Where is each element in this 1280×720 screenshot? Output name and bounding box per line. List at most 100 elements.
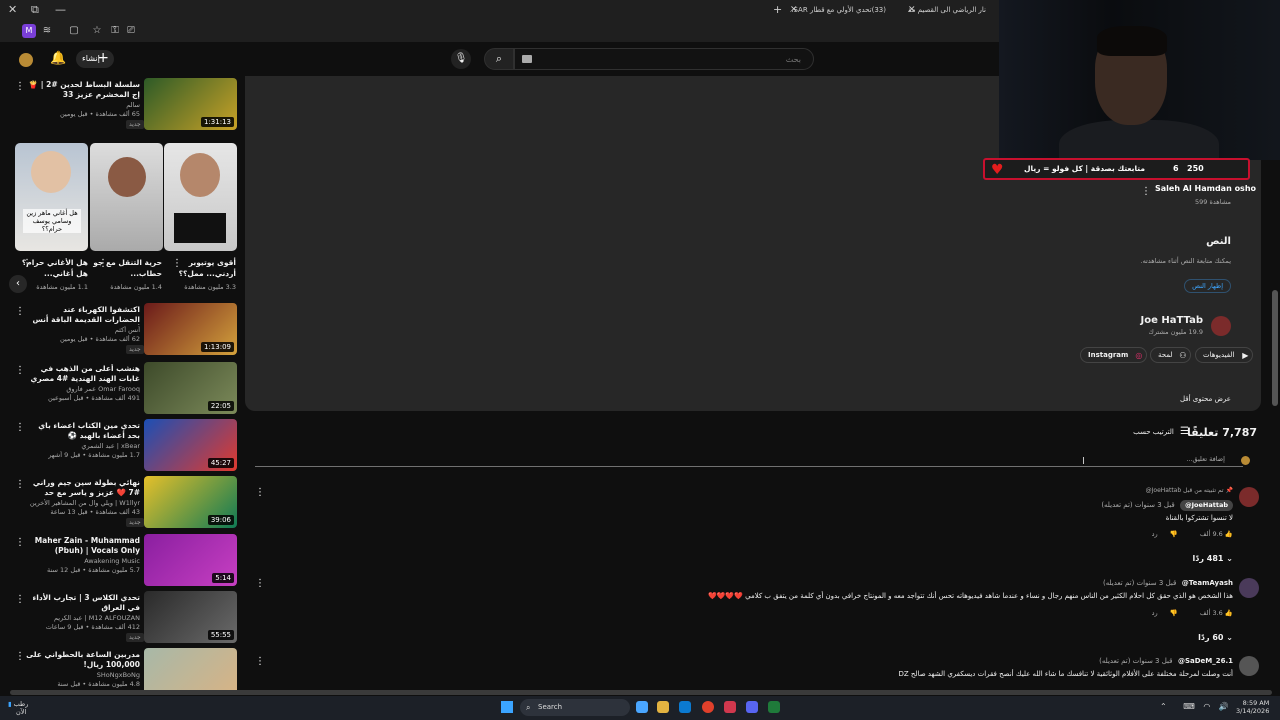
video-title[interactable]: Maher Zain - Muhammad (Pbuh) | Vocals On… bbox=[26, 536, 140, 556]
video-thumbnail[interactable]: 1:13:09 bbox=[144, 303, 237, 355]
taskbar-clock[interactable]: 8:59 AM 3/14/2026 bbox=[1236, 699, 1269, 715]
list-item[interactable]: 55:55 ⋮ تحدي الكلاس 3 | تجارب الأداء في … bbox=[0, 591, 240, 647]
video-thumbnail[interactable]: 39:06 bbox=[144, 476, 237, 528]
video-thumbnail[interactable]: 5:14 bbox=[144, 534, 237, 586]
tab-1[interactable]: ✕ نار الرياضي الى القصيم مقصي... bbox=[908, 2, 1000, 18]
short-thumbnail[interactable]: هل أغاني ماهر زين وسامي يوسف حرام؟؟ bbox=[15, 143, 88, 251]
channel-name[interactable]: Joe HaTTab bbox=[1141, 315, 1203, 326]
discord-icon[interactable] bbox=[746, 701, 758, 713]
video-title[interactable]: اكتشفوا الكهرباء عند الحضارات القديمة ال… bbox=[26, 305, 140, 325]
sort-button[interactable]: ☰ الترتيب حسب bbox=[1133, 426, 1189, 437]
more-options-icon[interactable]: ⋮ bbox=[1141, 186, 1151, 197]
author-name[interactable]: TeamAyash@ bbox=[1182, 579, 1233, 587]
replies-toggle[interactable]: ⌄ 481 ردًا bbox=[1193, 554, 1233, 563]
replies-toggle[interactable]: ⌄ 60 ردًا bbox=[1198, 633, 1233, 642]
commenter-avatar[interactable] bbox=[1239, 578, 1259, 598]
like-button[interactable]: 👍 9.6 ألف bbox=[1190, 530, 1233, 538]
wifi-icon[interactable]: ◠ bbox=[1203, 702, 1210, 711]
new-tab-icon[interactable]: + bbox=[773, 3, 782, 17]
channel-name[interactable]: SHoNgxBoNg bbox=[26, 671, 140, 679]
list-item[interactable]: 1:31:13 ⋮ سلسلة البساط لحدين #2 | 🍟 إج ا… bbox=[0, 78, 240, 134]
more-options-icon[interactable]: ⋮ bbox=[15, 365, 25, 376]
microphone-icon[interactable]: 🎙 bbox=[451, 49, 471, 69]
extension-icon[interactable]: ≋ bbox=[40, 24, 54, 38]
bell-icon[interactable]: 🔔 bbox=[50, 51, 66, 66]
show-transcript-button[interactable]: إظهار النص bbox=[1184, 279, 1231, 293]
short-thumbnail[interactable] bbox=[164, 143, 237, 251]
create-button[interactable]: إنشاء + bbox=[76, 50, 114, 68]
profile-icon[interactable]: M bbox=[22, 24, 36, 38]
search-input[interactable] bbox=[514, 48, 814, 70]
app-icon[interactable] bbox=[724, 701, 736, 713]
keyboard-icon[interactable] bbox=[522, 55, 532, 63]
video-thumbnail[interactable] bbox=[144, 648, 237, 690]
comment-author[interactable]: JoeHattab@ قبل 3 سنوات (تم تعديله) bbox=[1101, 500, 1233, 511]
more-options-icon[interactable]: ⋮ bbox=[15, 651, 25, 662]
commenter-avatar[interactable] bbox=[1239, 656, 1259, 676]
reply-button[interactable]: رد bbox=[1152, 609, 1158, 617]
comment-author[interactable]: TeamAyash@ قبل 3 سنوات (تم تعديله) bbox=[1103, 579, 1233, 587]
author-chip[interactable]: JoeHattab@ bbox=[1180, 500, 1233, 511]
minimize-icon[interactable]: — bbox=[55, 3, 66, 17]
more-options-icon[interactable]: ⋮ bbox=[15, 306, 25, 317]
list-item[interactable]: 45:27 ⋮ تحدي مين الكتاب اعضاء باي بحد أع… bbox=[0, 419, 240, 475]
volume-icon[interactable]: 🔊 bbox=[1219, 702, 1229, 711]
show-less-button[interactable]: عرض محتوى أقل bbox=[1180, 395, 1231, 403]
more-options-icon[interactable]: ⋮ bbox=[98, 258, 108, 269]
tab-icon[interactable]: ▢ bbox=[67, 24, 81, 38]
windows-start-icon[interactable] bbox=[501, 701, 513, 713]
more-options-icon[interactable]: ⋮ bbox=[255, 487, 265, 498]
author-name[interactable]: SaDeM_26.1@ bbox=[1178, 657, 1233, 665]
list-item[interactable]: 1:13:09 ⋮ اكتشفوا الكهرباء عند الحضارات … bbox=[0, 303, 240, 359]
video-thumbnail[interactable]: 1:31:13 bbox=[144, 78, 237, 130]
video-title[interactable]: هنشب أعلى من الذهب في غابات الهند الهندي… bbox=[26, 364, 140, 384]
dislike-icon[interactable]: 👎 bbox=[1170, 609, 1178, 617]
video-thumbnail[interactable]: 45:27 bbox=[144, 419, 237, 471]
video-title[interactable]: سلسلة البساط لحدين #2 | 🍟 إج المخشرم عزي… bbox=[26, 80, 140, 100]
tab-close-icon[interactable]: ✕ bbox=[908, 2, 916, 18]
instagram-link-button[interactable]: ◎ Instagram bbox=[1080, 347, 1148, 363]
tab-close-icon[interactable]: ✕ bbox=[790, 2, 798, 18]
more-options-icon[interactable]: ⋮ bbox=[15, 594, 25, 605]
video-title[interactable]: مدربين الساعة بالحطواني على 100,000 ريال… bbox=[26, 650, 140, 670]
video-thumbnail[interactable]: 22:05 bbox=[144, 362, 237, 414]
weather-widget[interactable]: ▮ رطب الآن bbox=[8, 700, 28, 716]
cast-icon[interactable]: ⎚ bbox=[124, 24, 138, 38]
like-button[interactable]: 👍 3.6 ألف bbox=[1190, 609, 1233, 617]
list-item[interactable]: 39:06 ⋮ نهائي بطولة سين جيم وراني #7 ❤️ … bbox=[0, 476, 240, 532]
horizontal-scrollbar[interactable] bbox=[10, 690, 1272, 695]
channel-name[interactable]: M12 ALFOUZAN | عبد الكريم bbox=[26, 614, 140, 622]
videos-link-button[interactable]: ▶ الفيديوهات bbox=[1195, 347, 1254, 363]
channel-name[interactable]: سالم bbox=[26, 101, 140, 109]
network-icon[interactable]: ⌨ bbox=[1183, 702, 1195, 711]
comment-author[interactable]: SaDeM_26.1@ قبل 3 سنوات (تم تعديله) bbox=[1099, 657, 1233, 665]
add-comment-input[interactable]: إضافة تعليق... bbox=[255, 453, 1243, 467]
short-thumbnail[interactable] bbox=[90, 143, 163, 251]
more-options-icon[interactable]: ⋮ bbox=[15, 479, 25, 490]
dislike-icon[interactable]: 👎 bbox=[1170, 530, 1178, 538]
more-options-icon[interactable]: ⋮ bbox=[15, 81, 25, 92]
edge-icon[interactable] bbox=[679, 701, 691, 713]
system-tray[interactable]: ⌃ ⌨ ◠ 🔊 bbox=[1160, 702, 1229, 711]
more-options-icon[interactable]: ⋮ bbox=[22, 258, 32, 269]
list-item[interactable]: 5:14 ⋮ Maher Zain - Muhammad (Pbuh) | Vo… bbox=[0, 534, 240, 590]
list-item[interactable]: 22:05 ⋮ هنشب أعلى من الذهب في غابات الهن… bbox=[0, 362, 240, 418]
channel-name[interactable]: Awakening Music bbox=[26, 557, 140, 565]
video-title[interactable]: تحدي الكلاس 3 | تجارب الأداء في العراق bbox=[26, 593, 140, 613]
close-window-icon[interactable]: ✕ bbox=[8, 3, 17, 17]
commenter-avatar[interactable] bbox=[1239, 487, 1259, 507]
taskbar-search[interactable]: ⌕ Search bbox=[520, 699, 630, 716]
video-title[interactable]: تحدي مين الكتاب اعضاء باي بحد أعضاء باله… bbox=[26, 421, 140, 441]
chevron-up-icon[interactable]: ⌃ bbox=[1160, 702, 1167, 711]
channel-name[interactable]: xBear | عبد الشمري bbox=[26, 442, 140, 450]
about-link-button[interactable]: ⚇ لمحة bbox=[1150, 347, 1192, 363]
folder-icon[interactable] bbox=[657, 701, 669, 713]
channel-name[interactable]: Omar Farooq عمر فاروق bbox=[26, 385, 140, 393]
vertical-scrollbar[interactable] bbox=[1272, 290, 1278, 406]
video-thumbnail[interactable]: 55:55 bbox=[144, 591, 237, 643]
video-title[interactable]: نهائي بطولة سين جيم وراني #7 ❤️ عزيز و ي… bbox=[26, 478, 140, 498]
bookmark-star-icon[interactable]: ☆ bbox=[90, 24, 104, 38]
channel-avatar[interactable] bbox=[1211, 316, 1231, 336]
excel-icon[interactable] bbox=[768, 701, 780, 713]
chrome-icon[interactable] bbox=[702, 701, 714, 713]
